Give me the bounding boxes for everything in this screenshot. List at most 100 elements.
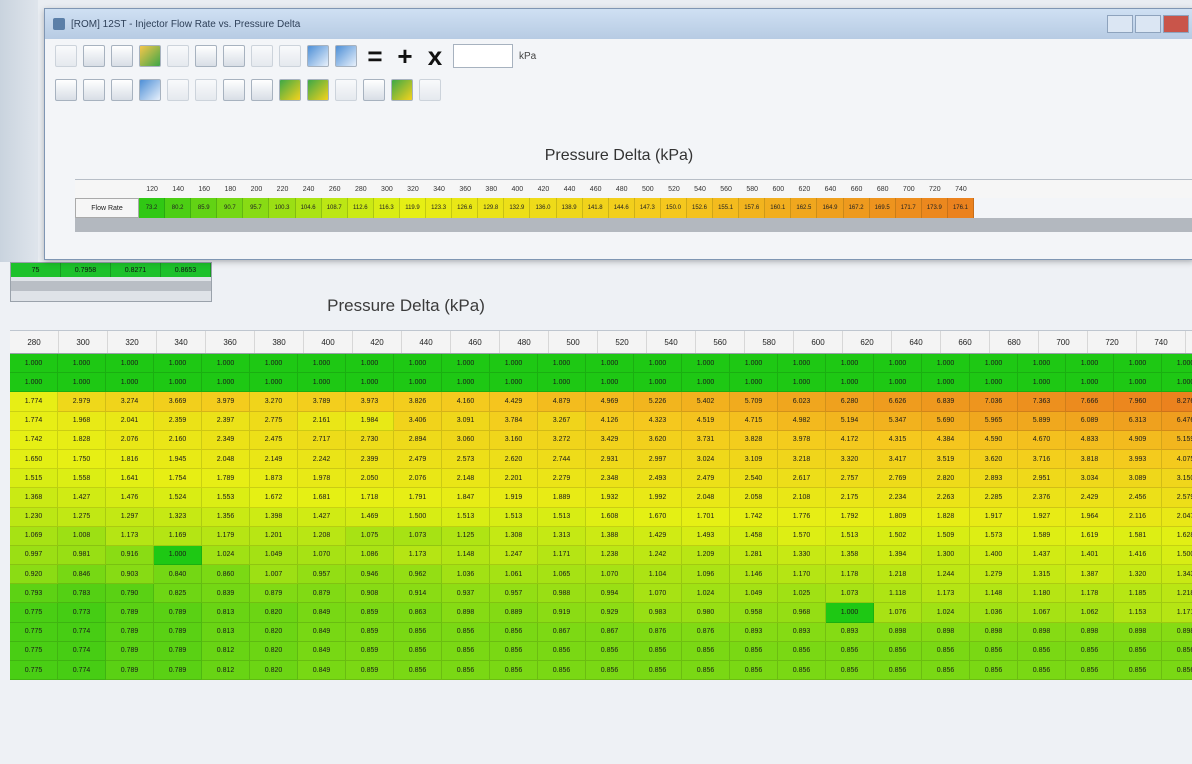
table-cell[interactable]: 1.515 — [10, 469, 58, 489]
table-cell[interactable]: 4.879 — [538, 392, 586, 412]
table-cell[interactable]: 4.075 — [1162, 449, 1192, 470]
table-cell[interactable]: 1.238 — [586, 545, 634, 566]
table-cell[interactable]: 0.856 — [970, 661, 1018, 681]
table-cell[interactable]: 0.957 — [298, 565, 346, 585]
table-cell[interactable]: 1.650 — [10, 449, 58, 470]
table-cell[interactable]: 2.234 — [874, 488, 922, 508]
table-cell[interactable]: 1.919 — [490, 488, 538, 508]
table-cell[interactable]: 0.898 — [1114, 622, 1162, 642]
table-cell[interactable]: 2.620 — [490, 449, 538, 470]
table-cell[interactable]: 3.731 — [682, 430, 730, 450]
table-cell[interactable]: 1.118 — [874, 584, 922, 604]
table-cell[interactable]: 0.898 — [1162, 622, 1192, 642]
table-cell[interactable]: 1.718 — [346, 488, 394, 508]
flow-rate-cell[interactable]: 112.6 — [347, 198, 374, 218]
table-cell[interactable]: 4.969 — [586, 392, 634, 412]
table-cell[interactable]: 0.879 — [250, 584, 298, 604]
table-cell[interactable]: 1.513 — [490, 507, 538, 527]
table-cell[interactable]: 4.126 — [586, 411, 634, 431]
table-cell[interactable]: 0.856 — [1066, 641, 1114, 661]
table-cell[interactable]: 0.856 — [1162, 641, 1192, 661]
table-cell[interactable]: 1.917 — [970, 507, 1018, 527]
table-cell[interactable]: 1.416 — [1114, 545, 1162, 566]
table-cell[interactable]: 3.826 — [394, 392, 442, 412]
table-cell[interactable]: 0.849 — [298, 661, 346, 681]
table-cell[interactable]: 2.997 — [634, 449, 682, 470]
marker-icon[interactable] — [167, 79, 189, 101]
table-cell[interactable]: 0.867 — [586, 622, 634, 642]
table-cell[interactable]: 0.856 — [682, 641, 730, 661]
table-cell[interactable]: 1.073 — [826, 584, 874, 604]
table-cell[interactable]: 0.898 — [970, 622, 1018, 642]
table-cell[interactable]: 1.201 — [250, 526, 298, 546]
columns-icon[interactable] — [111, 79, 133, 101]
table-cell[interactable]: 1.065 — [538, 565, 586, 585]
table-cell[interactable]: 1.000 — [346, 373, 394, 393]
table-cell[interactable]: 0.920 — [10, 565, 58, 585]
flow-rate-cell[interactable]: 119.9 — [399, 198, 427, 218]
table-cell[interactable]: 0.789 — [106, 641, 154, 661]
table-cell[interactable]: 1.493 — [682, 526, 730, 546]
table-cell[interactable]: 2.041 — [106, 411, 154, 431]
table-cell[interactable]: 2.048 — [202, 449, 250, 470]
table-cell[interactable]: 1.589 — [1018, 526, 1066, 546]
table-cell[interactable]: 0.820 — [250, 622, 298, 642]
table-cell[interactable]: 0.856 — [778, 661, 826, 681]
table-cell[interactable]: 2.479 — [394, 449, 442, 470]
table-cell[interactable]: 5.194 — [826, 411, 874, 431]
flow-rate-cell[interactable]: 132.9 — [504, 198, 531, 218]
table-cell[interactable]: 1.313 — [538, 526, 586, 546]
table-cell[interactable]: 1.889 — [538, 488, 586, 508]
table-cell[interactable]: 0.962 — [394, 565, 442, 585]
table-cell[interactable]: 1.000 — [970, 354, 1018, 374]
table-cell[interactable]: 0.859 — [346, 661, 394, 681]
table-cell[interactable]: 2.617 — [778, 469, 826, 489]
table-cell[interactable]: 4.384 — [922, 430, 970, 450]
table-cell[interactable]: 2.175 — [826, 488, 874, 508]
table-cell[interactable]: 1.070 — [586, 565, 634, 585]
table-cell[interactable]: 1.791 — [394, 488, 442, 508]
table-cell[interactable]: 1.209 — [682, 545, 730, 566]
table-cell[interactable]: 1.000 — [154, 545, 202, 566]
flow-rate-cell[interactable]: 144.6 — [608, 198, 635, 218]
table-cell[interactable]: 1.178 — [1066, 584, 1114, 604]
table-cell[interactable]: 1.218 — [1162, 584, 1192, 604]
flow-rate-cell[interactable]: 150.0 — [660, 198, 687, 218]
table-cell[interactable]: 0.849 — [298, 622, 346, 642]
table-cell[interactable]: 7.036 — [970, 392, 1018, 412]
color-scale-icon[interactable] — [307, 79, 329, 101]
table-cell[interactable]: 0.946 — [346, 565, 394, 585]
table-cell[interactable]: 0.856 — [394, 641, 442, 661]
table-cell[interactable]: 1.320 — [1114, 565, 1162, 585]
table-cell[interactable]: 1.619 — [1066, 526, 1114, 546]
table-cell[interactable]: 0.790 — [106, 584, 154, 604]
table-cell[interactable]: 0.856 — [826, 661, 874, 681]
table-cell[interactable]: 1.000 — [250, 354, 298, 374]
table-cell[interactable]: 2.475 — [250, 430, 298, 450]
table-cell[interactable]: 1.437 — [1018, 545, 1066, 566]
table-cell[interactable]: 5.402 — [682, 392, 730, 412]
table-cell[interactable]: 0.820 — [250, 641, 298, 661]
equals-button[interactable]: = — [363, 43, 387, 69]
table-cell[interactable]: 2.116 — [1114, 507, 1162, 527]
mini-scrollbar[interactable] — [11, 281, 211, 291]
table-cell[interactable]: 0.840 — [154, 565, 202, 585]
split-icon[interactable] — [83, 79, 105, 101]
table-cell[interactable]: 1.000 — [10, 373, 58, 393]
table-cell[interactable]: 1.628 — [1162, 526, 1192, 546]
table-cell[interactable]: 1.000 — [682, 373, 730, 393]
table-cell[interactable]: 0.997 — [10, 545, 58, 566]
table-cell[interactable]: 0.789 — [154, 603, 202, 623]
table-cell[interactable]: 0.839 — [202, 584, 250, 604]
table-cell[interactable]: 2.349 — [202, 430, 250, 450]
table-cell[interactable]: 1.809 — [874, 507, 922, 527]
table-cell[interactable]: 2.769 — [874, 469, 922, 489]
table-cell[interactable]: 0.929 — [586, 603, 634, 623]
table-cell[interactable]: 3.320 — [826, 449, 874, 470]
table-cell[interactable]: 0.856 — [1162, 661, 1192, 681]
table-cell[interactable]: 0.783 — [58, 584, 106, 604]
table-cell[interactable]: 1.000 — [298, 373, 346, 393]
table-cell[interactable]: 0.893 — [826, 622, 874, 642]
table-cell[interactable]: 2.050 — [346, 469, 394, 489]
axis-icon[interactable] — [195, 79, 217, 101]
